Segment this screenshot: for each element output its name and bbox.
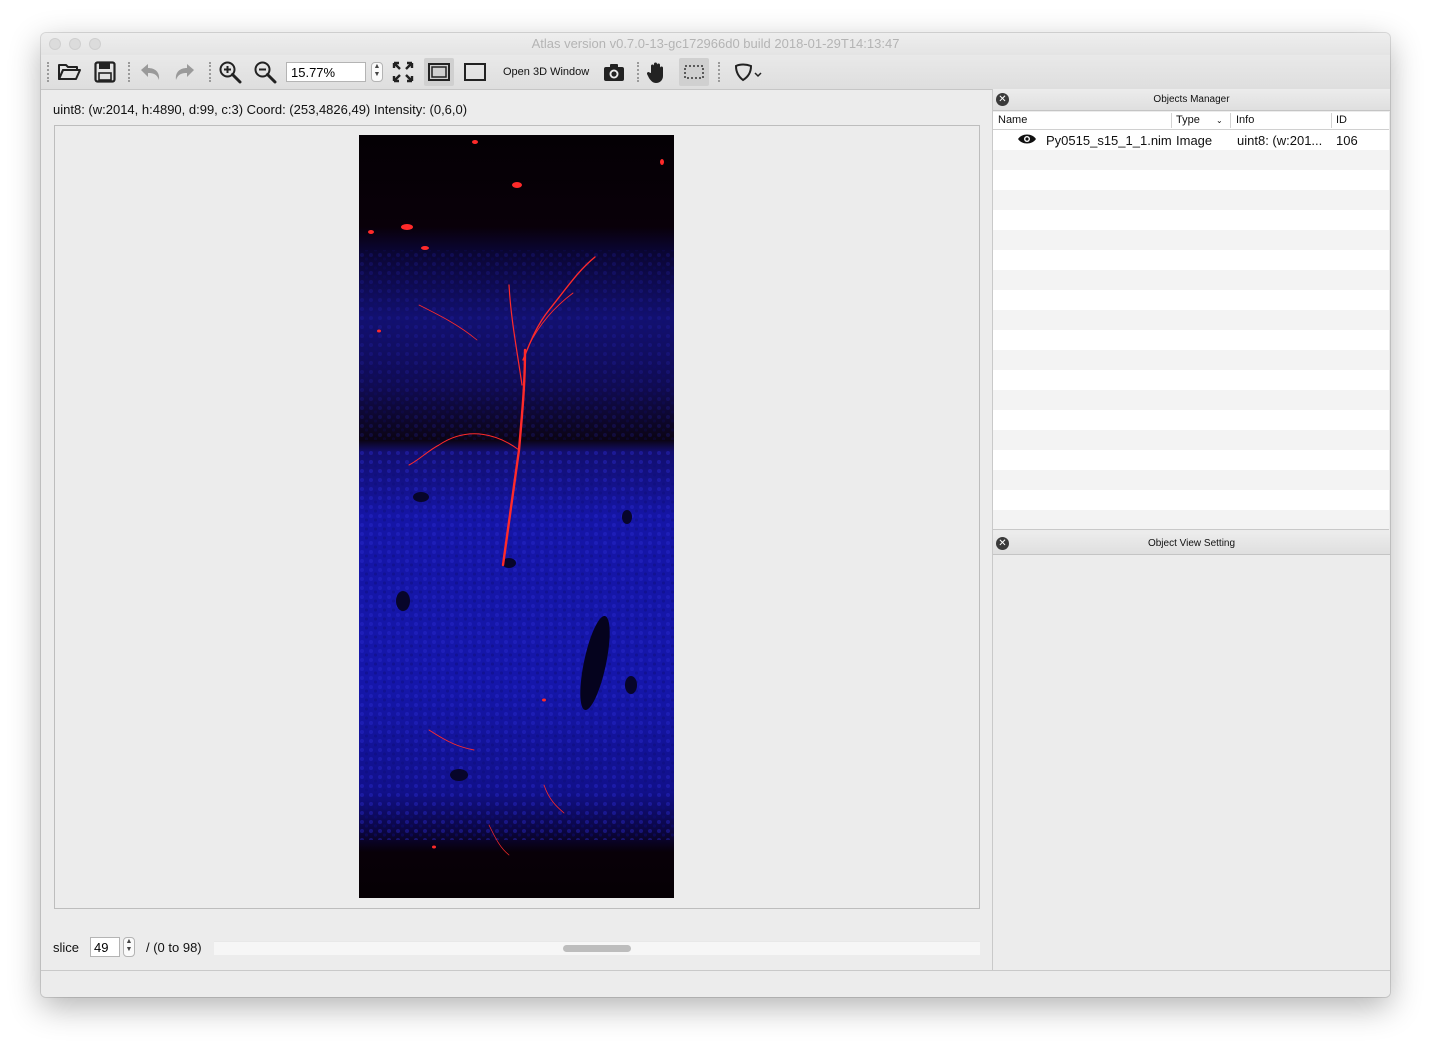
empty-table-row[interactable]: [993, 430, 1389, 450]
empty-table-row[interactable]: [993, 410, 1389, 430]
redo-button[interactable]: [170, 58, 200, 86]
image-info-readout: uint8: (w:2014, h:4890, d:99, c:3) Coord…: [53, 102, 468, 117]
open-file-button[interactable]: [54, 58, 84, 86]
toolbar-separator: [718, 62, 722, 82]
toolbar-separator: [128, 62, 132, 82]
undo-icon: [141, 64, 160, 80]
frame-view-icon: [428, 63, 450, 81]
toolbar-separator: [47, 62, 51, 82]
slice-range-label: / (0 to 98): [146, 940, 202, 955]
zoom-out-button[interactable]: [250, 58, 280, 86]
status-bar: [41, 970, 1390, 997]
slice-input[interactable]: [90, 937, 120, 957]
empty-table-row[interactable]: [993, 190, 1389, 210]
slice-scrollbar[interactable]: [214, 941, 980, 955]
close-panel-icon[interactable]: ✕: [996, 93, 1009, 106]
close-window-button[interactable]: [49, 38, 61, 50]
pan-tool-button[interactable]: [642, 58, 672, 86]
column-divider: [1171, 113, 1172, 128]
open-folder-icon: [58, 64, 81, 80]
shield-dropdown-icon: [734, 63, 762, 82]
toolbar-separator: [637, 62, 641, 82]
minimize-window-button[interactable]: [69, 38, 81, 50]
column-header-id[interactable]: ID: [1336, 114, 1347, 126]
slice-stepper[interactable]: ▲ ▼: [123, 937, 135, 957]
zoom-out-icon: [254, 61, 277, 84]
rect-select-icon: [684, 65, 704, 79]
roi-shape-dropdown[interactable]: [731, 58, 767, 86]
empty-table-row[interactable]: [993, 370, 1389, 390]
toolbar-separator: [209, 62, 213, 82]
sort-chevron-icon[interactable]: ⌄: [1216, 116, 1223, 125]
empty-table-row[interactable]: [993, 150, 1389, 170]
main-toolbar: ▲▼ Open 3D Window: [41, 55, 1390, 90]
redo-icon: [175, 64, 194, 80]
empty-table-row[interactable]: [993, 450, 1389, 470]
empty-table-row[interactable]: [993, 230, 1389, 250]
empty-table-row[interactable]: [993, 270, 1389, 290]
column-header-name[interactable]: Name: [998, 114, 1027, 126]
object-view-setting-title: Object View Setting: [1147, 538, 1236, 549]
object-name-cell: Py0515_s15_1_1.nim: [1046, 133, 1172, 148]
empty-table-row[interactable]: [993, 250, 1389, 270]
object-view-setting-header: ✕ Object View Setting: [993, 533, 1390, 555]
save-icon: [94, 61, 116, 83]
empty-table-row[interactable]: [993, 310, 1389, 330]
empty-table-row[interactable]: [993, 210, 1389, 230]
empty-table-row[interactable]: [993, 170, 1389, 190]
original-size-icon: [464, 63, 486, 81]
zoom-in-button[interactable]: [215, 58, 245, 86]
object-id-cell: 106: [1336, 133, 1358, 148]
microscopy-overlay: [359, 140, 674, 856]
column-divider: [1331, 113, 1332, 128]
rect-select-button[interactable]: [679, 58, 709, 86]
fit-to-window-icon: [392, 61, 414, 83]
object-info-cell: uint8: (w:201...: [1237, 133, 1323, 148]
objects-table-header: Name Type ⌄ Info ID: [993, 112, 1389, 130]
undo-button[interactable]: [135, 58, 165, 86]
zoom-level-input[interactable]: [286, 62, 366, 82]
hand-pan-icon: [646, 62, 663, 83]
slice-scroll-thumb[interactable]: [563, 945, 631, 952]
image-viewer[interactable]: [54, 125, 980, 909]
objects-manager-header: ✕ Objects Manager: [993, 89, 1390, 111]
visibility-eye-icon[interactable]: [1017, 131, 1037, 150]
column-divider: [1230, 113, 1231, 128]
empty-table-row[interactable]: [993, 330, 1389, 350]
column-header-type[interactable]: Type: [1176, 114, 1200, 126]
empty-table-row[interactable]: [993, 510, 1389, 529]
zoom-stepper[interactable]: ▲ ▼: [371, 62, 383, 82]
snapshot-button[interactable]: [599, 58, 629, 86]
objects-table: Name Type ⌄ Info ID Py0515_s15_1_1.nim Im…: [993, 112, 1389, 530]
slice-label: slice: [53, 940, 80, 955]
frame-view-button[interactable]: [424, 58, 454, 86]
object-type-cell: Image: [1176, 133, 1213, 148]
camera-icon: [604, 64, 624, 81]
original-size-button[interactable]: [460, 58, 490, 86]
app-window: Atlas version v0.7.0-13-gc172966d0 build…: [41, 33, 1390, 997]
empty-table-row[interactable]: [993, 490, 1389, 510]
zoom-in-icon: [219, 61, 242, 84]
empty-table-row[interactable]: [993, 350, 1389, 370]
empty-table-row[interactable]: [993, 470, 1389, 490]
window-title: Atlas version v0.7.0-13-gc172966d0 build…: [531, 36, 900, 51]
open-3d-window-button[interactable]: Open 3D Window: [503, 66, 589, 78]
microscopy-image: [359, 135, 674, 898]
close-panel-icon[interactable]: ✕: [996, 537, 1009, 550]
title-bar: Atlas version v0.7.0-13-gc172966d0 build…: [41, 33, 1390, 55]
fit-to-window-button[interactable]: [388, 58, 418, 86]
table-row[interactable]: Py0515_s15_1_1.nim Image uint8: (w:201... 1…: [993, 130, 1389, 150]
column-header-info[interactable]: Info: [1236, 114, 1254, 126]
save-button[interactable]: [90, 58, 120, 86]
empty-table-row[interactable]: [993, 390, 1389, 410]
zoom-window-button[interactable]: [89, 38, 101, 50]
objects-manager-title: Objects Manager: [1153, 94, 1230, 105]
empty-table-row[interactable]: [993, 290, 1389, 310]
